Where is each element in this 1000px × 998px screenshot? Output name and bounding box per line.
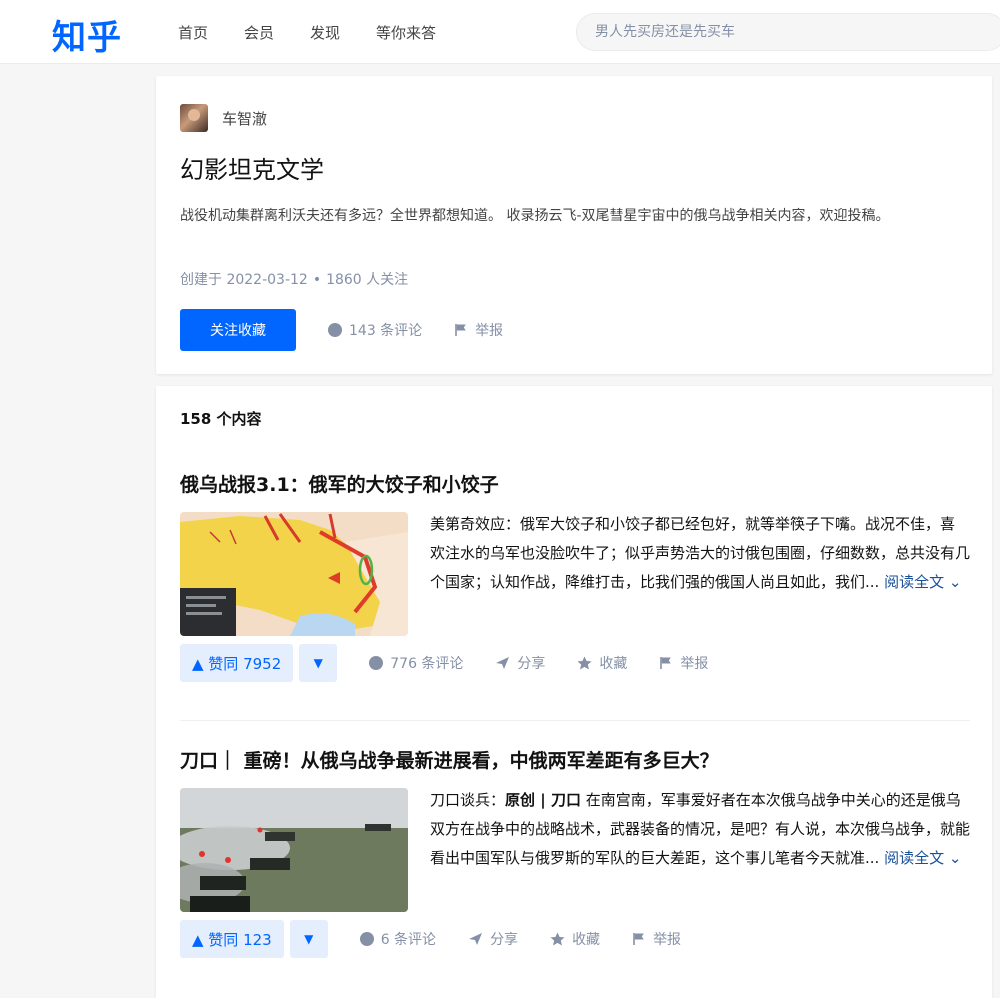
share-icon [468, 932, 483, 946]
star-icon [550, 932, 565, 946]
created-date: 创建于 2022-03-12 [180, 272, 308, 288]
item-actions: ▲ 赞同 7952 ▼ 776 条评论 分享 收藏 举报 [180, 644, 708, 682]
collection-title: 幻影坦克文学 [180, 156, 324, 184]
item-excerpt: 刀口谈兵：原创 | 刀口 在南宫南，军事爱好者在本次俄乌战争中关心的还是俄乌双方… [430, 786, 970, 912]
comment-icon [328, 323, 342, 337]
report-button[interactable]: 举报 [659, 653, 708, 673]
collection-report-label: 举报 [475, 323, 504, 339]
read-more-link[interactable]: 阅读全文 ⌄ [884, 573, 961, 591]
collection-comments-button[interactable]: 143 条评论 [328, 320, 422, 340]
item-thumbnail-map[interactable] [180, 512, 408, 636]
collection-meta: 创建于 2022-03-12 • 1860 人关注 [180, 269, 408, 289]
report-label: 举报 [653, 932, 682, 948]
favorite-button[interactable]: 收藏 [550, 929, 600, 949]
favorite-label: 收藏 [572, 932, 601, 948]
downvote-button[interactable]: ▼ [299, 644, 338, 682]
comments-button[interactable]: 6 条评论 [359, 929, 437, 949]
report-flag-icon [659, 656, 673, 670]
favorite-button[interactable]: 收藏 [577, 653, 627, 673]
star-icon [577, 656, 592, 670]
report-button[interactable]: 举报 [632, 929, 681, 949]
item-title[interactable]: 俄乌战报3.1：俄军的大饺子和小饺子 [180, 470, 970, 497]
vote-down-icon: ▼ [313, 656, 323, 670]
vote-down-icon: ▼ [304, 932, 314, 946]
share-label: 分享 [490, 932, 519, 948]
author-name[interactable]: 车智澈 [222, 108, 267, 129]
search-box [576, 13, 1000, 51]
collection-comments-label: 143 条评论 [349, 323, 423, 339]
search-input[interactable] [577, 14, 1000, 50]
collection-description: 战役机动集群离利沃夫还有多远？全世界都想知道。 收录扬云飞-双尾彗星宇宙中的俄乌… [180, 208, 890, 224]
follower-count: 1860 人关注 [326, 272, 409, 288]
nav-home[interactable]: 首页 [178, 22, 208, 43]
excerpt-bold: 原创 | 刀口 [505, 791, 581, 809]
comment-icon [359, 932, 374, 946]
top-navigation-bar: 知乎 首页 会员 发现 等你来答 [0, 0, 1000, 64]
comments-label: 776 条评论 [390, 656, 464, 672]
favorite-label: 收藏 [599, 656, 628, 672]
avatar[interactable] [180, 104, 208, 132]
follow-collection-button[interactable]: 关注收藏 [180, 309, 296, 351]
item-body: 美第奇效应：俄军大饺子和小饺子都已经包好，就等举筷子下嘴。战况不佳，喜欢注水的乌… [180, 512, 970, 636]
collection-actions: 关注收藏 143 条评论 举报 [180, 309, 503, 351]
content-count: 158 个内容 [180, 410, 262, 428]
report-flag-icon [454, 323, 468, 337]
nav-discover[interactable]: 发现 [310, 22, 340, 43]
report-label: 举报 [680, 656, 709, 672]
meta-separator: • [312, 272, 322, 288]
excerpt-author: 刀口谈兵： [430, 791, 506, 809]
comments-button[interactable]: 776 条评论 [369, 653, 463, 673]
share-label: 分享 [517, 656, 546, 672]
item-title[interactable]: 刀口｜ 重磅！从俄乌战争最新进展看，中俄两军差距有多巨大？ [180, 746, 970, 773]
share-button[interactable]: 分享 [495, 653, 545, 673]
upvote-button[interactable]: ▲ 赞同 123 [180, 920, 284, 958]
share-icon [495, 656, 510, 670]
main-nav: 首页 会员 发现 等你来答 [178, 22, 472, 43]
nav-waiting-answer[interactable]: 等你来答 [376, 22, 436, 43]
item-thumbnail-tanks[interactable] [180, 788, 408, 912]
upvote-button[interactable]: ▲ 赞同 7952 [180, 644, 294, 682]
read-more-link[interactable]: 阅读全文 ⌄ [884, 849, 961, 867]
zhihu-logo[interactable]: 知乎 [52, 10, 122, 59]
item-body: 刀口谈兵：原创 | 刀口 在南宫南，军事爱好者在本次俄乌战争中关心的还是俄乌双方… [180, 788, 970, 912]
comments-label: 6 条评论 [380, 932, 437, 948]
item-excerpt: 美第奇效应：俄军大饺子和小饺子都已经包好，就等举筷子下嘴。战况不佳，喜欢注水的乌… [430, 510, 970, 636]
downvote-button[interactable]: ▼ [289, 920, 328, 958]
nav-membership[interactable]: 会员 [244, 22, 274, 43]
item-divider [180, 720, 970, 721]
collection-card: 车智澈 幻影坦克文学 战役机动集群离利沃夫还有多远？全世界都想知道。 收录扬云飞… [156, 76, 992, 374]
report-flag-icon [632, 932, 646, 946]
list-item: 刀口｜ 重磅！从俄乌战争最新进展看，中俄两军差距有多巨大？ 刀口谈兵：原创 | … [180, 746, 970, 958]
share-button[interactable]: 分享 [468, 929, 518, 949]
item-actions: ▲ 赞同 123 ▼ 6 条评论 分享 收藏 举报 [180, 920, 681, 958]
comment-icon [369, 656, 384, 670]
excerpt-author: 美第奇效应： [430, 515, 521, 533]
collection-report-button[interactable]: 举报 [454, 320, 503, 340]
collection-author: 车智澈 [180, 104, 267, 132]
list-item: 俄乌战报3.1：俄军的大饺子和小饺子 美第奇效应：俄军大饺子和小饺子都已经包好，… [180, 470, 970, 682]
content-list-card: 158 个内容 俄乌战报3.1：俄军的大饺子和小饺子 美第奇效应：俄军大饺子和小… [156, 386, 992, 998]
